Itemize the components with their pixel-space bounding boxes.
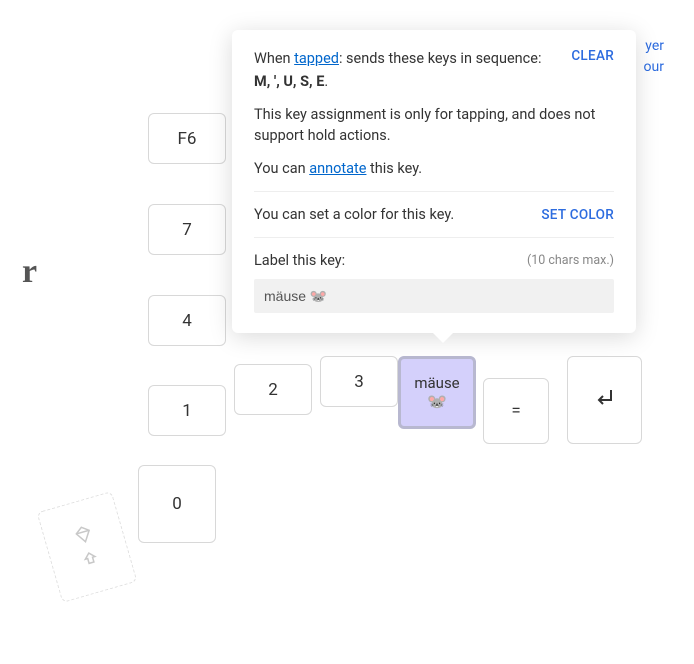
tap-only-note: This key assignment is only for tapping,… [254,104,614,146]
label-prompt: Label this key: [254,252,345,269]
corner-line-2: our [644,57,664,78]
key-4[interactable]: 4 [148,295,226,346]
tapped-link[interactable]: tapped [294,50,339,67]
mouse-emoji-icon: 🐭 [427,392,447,411]
key-7[interactable]: 7 [148,204,226,255]
key-0[interactable]: 0 [138,465,216,543]
key-mause-label: mäuse [414,374,459,392]
key-blank-rotated[interactable] [37,491,138,603]
key-f6[interactable]: F6 [148,113,226,164]
corner-line-1: yer [644,36,664,57]
up-arrow-icon [78,547,103,572]
decorative-letter: r [22,253,37,291]
key-sequence: M, ', U, S, E [254,73,324,90]
blank-key-icons [71,522,103,572]
key-equals[interactable]: = [483,378,549,444]
enter-icon [593,386,617,415]
key-enter[interactable] [567,356,642,444]
key-1[interactable]: 1 [148,385,226,436]
key-2[interactable]: 2 [234,364,312,415]
key-mause-selected[interactable]: mäuse 🐭 [398,356,476,429]
key-3[interactable]: 3 [320,356,398,407]
corner-hints: yer our [644,36,664,78]
key-label-input[interactable] [254,279,614,313]
label-hint: (10 chars max.) [527,253,614,268]
annotate-link[interactable]: annotate [309,160,366,177]
clear-button[interactable]: CLEAR [571,48,614,64]
diamond-icon [71,522,96,547]
divider [254,237,614,238]
divider [254,191,614,192]
color-text: You can set a color for this key. [254,206,454,223]
set-color-button[interactable]: SET COLOR [541,207,614,223]
key-config-popover: When tapped: sends these keys in sequenc… [232,30,636,333]
